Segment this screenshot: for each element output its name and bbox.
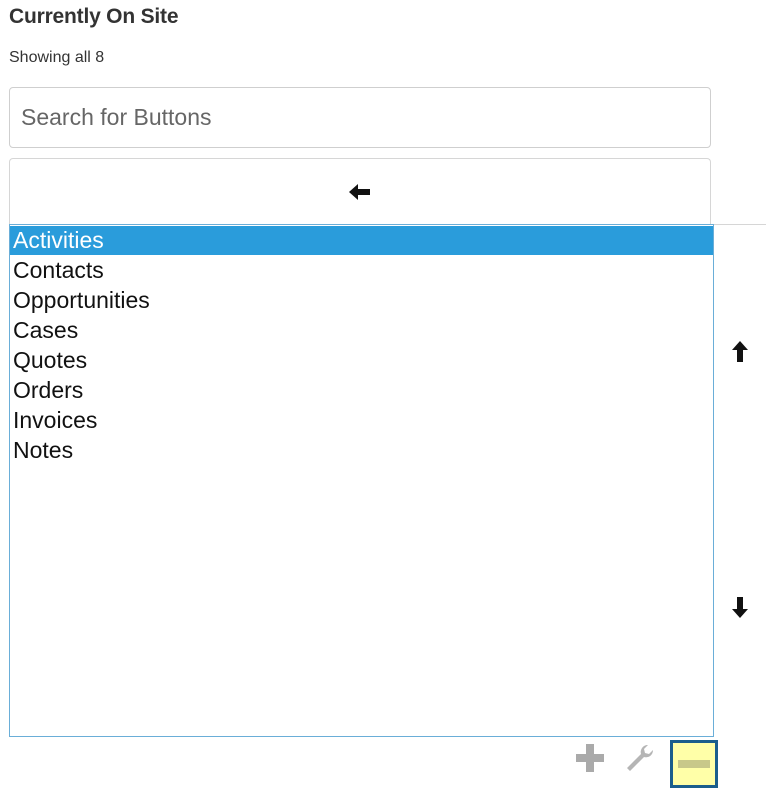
move-left-button[interactable] xyxy=(9,158,711,225)
add-button[interactable] xyxy=(572,740,608,776)
list-item-invoices[interactable]: Invoices xyxy=(10,405,713,435)
search-input[interactable] xyxy=(9,87,711,148)
panel-title: Currently On Site xyxy=(9,5,179,28)
list-item-opportunities[interactable]: Opportunities xyxy=(10,285,713,315)
list-item-quotes[interactable]: Quotes xyxy=(10,345,713,375)
currently-on-site-panel: Currently On Site Showing all 8 Activiti… xyxy=(0,0,766,790)
buttons-listbox[interactable]: Activities Contacts Opportunities Cases … xyxy=(9,224,714,737)
reorder-controls xyxy=(714,224,766,737)
list-item-orders[interactable]: Orders xyxy=(10,375,713,405)
minus-icon xyxy=(678,760,710,768)
item-count-label: Showing all 8 xyxy=(9,49,105,66)
plus-icon xyxy=(576,744,604,772)
arrow-left-icon xyxy=(349,184,370,200)
list-item-contacts[interactable]: Contacts xyxy=(10,255,713,285)
remove-button[interactable] xyxy=(670,740,718,788)
list-item-cases[interactable]: Cases xyxy=(10,315,713,345)
list-item-notes[interactable]: Notes xyxy=(10,435,713,465)
list-item-activities[interactable]: Activities xyxy=(10,226,713,255)
move-up-button[interactable] xyxy=(714,225,766,480)
arrow-down-icon xyxy=(732,597,748,618)
arrow-up-icon xyxy=(732,341,748,362)
settings-button[interactable] xyxy=(622,740,658,776)
move-down-button[interactable] xyxy=(714,479,766,737)
wrench-icon xyxy=(627,744,654,771)
